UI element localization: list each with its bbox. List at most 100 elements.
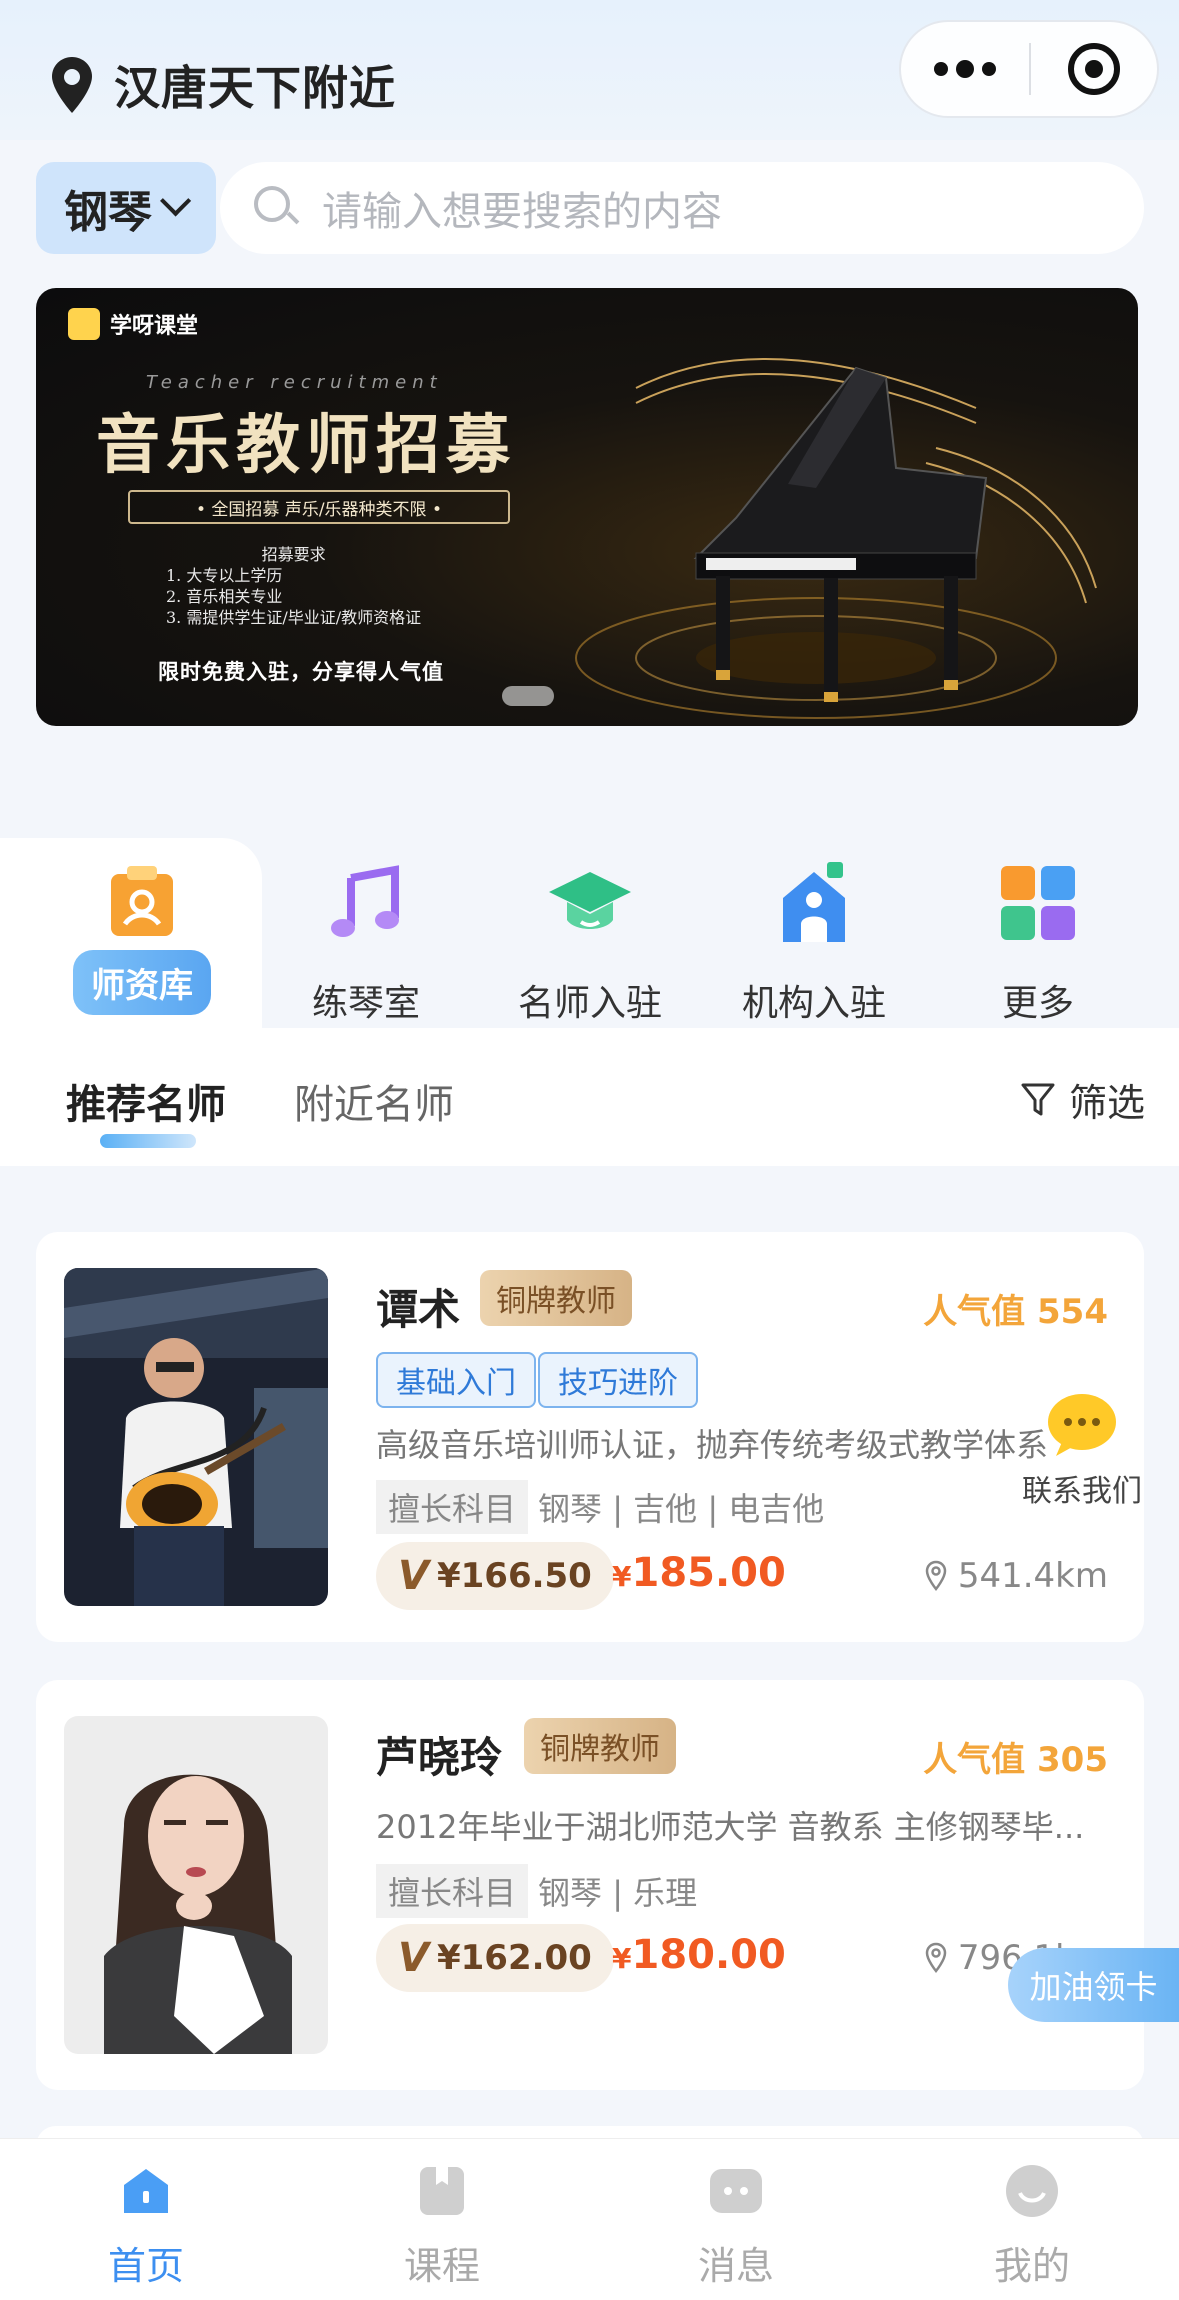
banner-requirements: 招募要求 1. 大专以上学历 2. 音乐相关专业 3. 需提供学生证/毕业证/教… bbox=[166, 544, 421, 628]
req-line: 3. 需提供学生证/毕业证/教师资格证 bbox=[166, 608, 422, 627]
banner-subtitle: Teacher recruitment bbox=[146, 372, 443, 393]
book-icon bbox=[420, 2167, 464, 2215]
quick-label: 练琴室 bbox=[311, 983, 420, 1024]
teacher-library-icon bbox=[111, 866, 173, 936]
popularity-value: 人气值 554 bbox=[923, 1292, 1108, 1332]
message-icon bbox=[710, 2169, 762, 2213]
tabbar-messages[interactable]: 消息 bbox=[626, 2163, 846, 2290]
quick-label: 更多 bbox=[1001, 983, 1074, 1024]
quick-label: 名师入驻 bbox=[517, 983, 662, 1024]
tab-recommended[interactable]: 推荐名师 bbox=[66, 1072, 226, 1130]
quick-teacher-library[interactable]: 师资库 bbox=[30, 838, 254, 1028]
banner-logo-text: 学呀课堂 bbox=[110, 314, 199, 339]
price: ¥185.00 bbox=[612, 1550, 786, 1596]
close-target-icon[interactable] bbox=[1031, 43, 1157, 95]
search-input[interactable]: 请输入想要搜索的内容 bbox=[220, 162, 1144, 254]
price-value: 180.00 bbox=[631, 1932, 786, 1978]
home-icon bbox=[124, 2169, 168, 2213]
vip-v-icon: V bbox=[398, 1935, 429, 1981]
recruitment-banner[interactable]: 学呀课堂 Teacher recruitment 音乐教师招募 • 全国招募 声… bbox=[36, 288, 1138, 726]
search-icon bbox=[254, 186, 300, 230]
search-row: 钢琴 请输入想要搜索的内容 bbox=[36, 162, 1144, 254]
skills-row: 擅长科目 钢琴 | 吉他 | 电吉他 bbox=[376, 1480, 824, 1534]
skills-value: 钢琴 | 吉他 | 电吉他 bbox=[538, 1490, 825, 1528]
teacher-card[interactable]: 芦晓玲 铜牌教师 人气值 305 2012年毕业于湖北师范大学 音教系 主修钢琴… bbox=[36, 1680, 1144, 2090]
quick-more[interactable]: 更多 bbox=[926, 838, 1150, 1028]
price-value: 185.00 bbox=[631, 1550, 786, 1596]
quick-entries: 师资库 练琴室 名师入驻 机构入驻 更多 bbox=[0, 838, 1179, 1028]
logo-mark-icon bbox=[68, 308, 100, 340]
tabbar-courses[interactable]: 课程 bbox=[332, 2163, 552, 2290]
filter-funnel-icon bbox=[1021, 1083, 1055, 1115]
teacher-photo bbox=[64, 1268, 328, 1606]
tabbar-profile[interactable]: 我的 bbox=[922, 2163, 1142, 2290]
grand-piano-illustration bbox=[575, 358, 1097, 719]
teacher-description: 高级音乐培训师认证，抛弃传统考级式教学体系 bbox=[376, 1426, 1049, 1464]
more-dots-icon[interactable] bbox=[901, 22, 1029, 116]
filter-label: 筛选 bbox=[1068, 1081, 1145, 1125]
tag-list: 基础入门 技巧进阶 bbox=[376, 1352, 700, 1408]
quick-famous-teacher-join[interactable]: 名师入驻 bbox=[478, 838, 702, 1028]
grid-more-icon bbox=[1001, 866, 1075, 940]
location-selector[interactable]: 汉唐天下附近 bbox=[48, 52, 396, 118]
tag-chip: 技巧进阶 bbox=[538, 1352, 698, 1408]
teacher-name: 谭术 bbox=[376, 1285, 461, 1334]
teacher-card[interactable]: 谭术 铜牌教师 人气值 554 基础入门 技巧进阶 高级音乐培训师认证，抛弃传统… bbox=[36, 1232, 1144, 1642]
quick-institution-join[interactable]: 机构入驻 bbox=[702, 838, 926, 1028]
skills-value: 钢琴 | 乐理 bbox=[538, 1874, 698, 1912]
skills-label: 擅长科目 bbox=[376, 1480, 529, 1534]
bottom-tab-bar: 首页 课程 消息 我的 bbox=[0, 2138, 1179, 2300]
teacher-tabs: 推荐名师 附近名师 筛选 bbox=[0, 1028, 1179, 1166]
tabbar-label: 首页 bbox=[107, 2244, 184, 2288]
teacher-name: 芦晓玲 bbox=[376, 1733, 503, 1782]
category-label: 钢琴 bbox=[64, 187, 152, 238]
contact-us-button[interactable]: 联系我们 bbox=[1012, 1390, 1152, 1510]
level-badge: 铜牌教师 bbox=[480, 1270, 632, 1326]
location-pin-icon bbox=[925, 1942, 947, 1973]
banner-title: 音乐教师招募 bbox=[96, 408, 516, 483]
filter-button[interactable]: 筛选 bbox=[1021, 1072, 1145, 1127]
distance-value: 541.4km bbox=[957, 1556, 1108, 1596]
banner-footer: 限时免费入驻，分享得人气值 bbox=[158, 660, 444, 684]
req-line: 1. 大专以上学历 bbox=[166, 566, 283, 585]
category-dropdown[interactable]: 钢琴 bbox=[36, 162, 216, 254]
quick-practice-room[interactable]: 练琴室 bbox=[254, 838, 478, 1028]
popularity-value: 人气值 305 bbox=[923, 1740, 1108, 1780]
tab-underline bbox=[100, 1134, 196, 1148]
tag-chip: 基础入门 bbox=[376, 1352, 536, 1408]
price: ¥180.00 bbox=[612, 1932, 786, 1978]
mini-program-capsule bbox=[899, 20, 1159, 118]
vip-price: ¥166.50 bbox=[436, 1556, 592, 1596]
distance: 541.4km bbox=[924, 1556, 1108, 1596]
quick-label-active: 师资库 bbox=[73, 950, 211, 1015]
top-bar: 汉唐天下附近 bbox=[0, 0, 1179, 140]
location-label: 汉唐天下附近 bbox=[114, 61, 396, 115]
req-line: 2. 音乐相关专业 bbox=[166, 587, 283, 606]
vip-price-pill: V ¥166.50 bbox=[376, 1542, 614, 1610]
quick-label: 机构入驻 bbox=[741, 983, 886, 1024]
banner-logo: 学呀课堂 bbox=[68, 308, 198, 340]
location-pin-icon bbox=[52, 57, 92, 113]
skills-row: 擅长科目 钢琴 | 乐理 bbox=[376, 1864, 697, 1918]
music-note-icon bbox=[331, 865, 399, 937]
banner-pill: • 全国招募 声乐/乐器种类不限 • bbox=[128, 490, 510, 524]
search-placeholder: 请输入想要搜索的内容 bbox=[322, 189, 722, 235]
tabbar-label: 我的 bbox=[993, 2244, 1070, 2288]
tab-nearby[interactable]: 附近名师 bbox=[294, 1072, 454, 1130]
price-symbol: ¥ bbox=[612, 1560, 632, 1593]
skills-label: 擅长科目 bbox=[376, 1864, 529, 1918]
tabbar-label: 消息 bbox=[697, 2244, 774, 2288]
teacher-photo bbox=[64, 1716, 328, 2054]
vip-price: ¥162.00 bbox=[436, 1938, 592, 1978]
get-card-button[interactable]: 加油领卡 bbox=[1008, 1948, 1179, 2022]
location-pin-icon bbox=[925, 1560, 947, 1591]
price-symbol: ¥ bbox=[612, 1942, 632, 1975]
req-heading: 招募要求 bbox=[261, 545, 326, 564]
carousel-indicator bbox=[502, 686, 554, 706]
tabbar-label: 课程 bbox=[403, 2244, 480, 2288]
institution-icon bbox=[783, 862, 845, 942]
teacher-description: 2012年毕业于湖北师范大学 音教系 主修钢琴毕... bbox=[376, 1808, 1085, 1846]
chevron-down-icon bbox=[160, 185, 192, 217]
chat-bubble-icon bbox=[1048, 1394, 1116, 1456]
tabbar-home[interactable]: 首页 bbox=[36, 2163, 256, 2290]
